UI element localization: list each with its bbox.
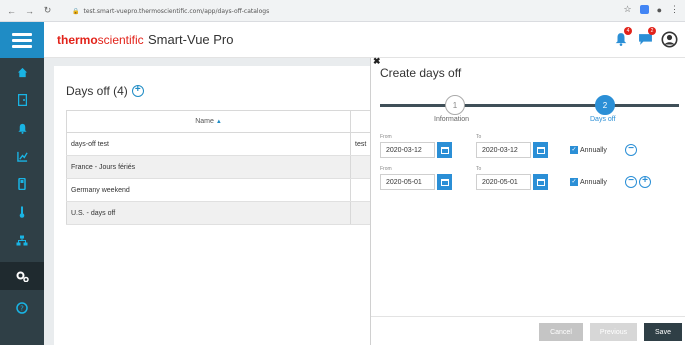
messages-button[interactable]: 2 <box>635 27 656 49</box>
panel-title: Create days off <box>380 66 462 80</box>
notifications-badge: 4 <box>624 27 632 35</box>
settings-icon <box>16 271 29 282</box>
days-off-header: Days off (4) + <box>66 84 144 98</box>
table-row[interactable]: France - Jours fériés <box>66 155 376 179</box>
add-days-off-button[interactable]: + <box>131 85 144 97</box>
app-title: Smart-Vue Pro <box>148 32 234 47</box>
from-calendar-button[interactable] <box>437 174 452 190</box>
svg-text:?: ? <box>20 305 24 313</box>
from-label: From <box>380 166 392 172</box>
reload-icon[interactable]: ↻ <box>41 4 54 17</box>
messages-badge: 2 <box>648 27 656 35</box>
step-2-indicator[interactable]: 2 <box>595 95 615 115</box>
calendar-icon <box>440 178 449 186</box>
door-icon <box>17 94 27 106</box>
to-date-input[interactable]: 2020-03-12 <box>476 142 531 158</box>
star-icon[interactable]: ☆ <box>623 4 631 15</box>
column-header-name[interactable]: Name ▲ <box>66 110 351 133</box>
row-name: U.S. - days off <box>66 201 351 225</box>
calendar-icon <box>536 146 545 154</box>
annually-checkbox-row[interactable]: ✓ Annually <box>570 178 607 186</box>
address-bar[interactable]: 🔒 test.smart-vuepro.thermoscientific.com… <box>72 4 392 18</box>
lock-icon: 🔒 <box>72 7 80 15</box>
sort-ascending-icon: ▲ <box>215 119 222 125</box>
brand-rest: scientific <box>97 33 144 47</box>
to-calendar-button[interactable] <box>533 174 548 190</box>
annually-checkbox[interactable]: ✓ <box>570 178 578 186</box>
sidebar-item-home[interactable] <box>0 58 44 86</box>
row-name: France - Jours fériés <box>66 155 351 179</box>
create-days-off-panel: ✖ Create days off 1 2 Information Days o… <box>370 56 685 345</box>
annually-label: Annually <box>580 178 607 186</box>
app-header: thermoscientific Smart-Vue Pro 4 2 <box>44 22 685 58</box>
chart-icon <box>16 151 28 162</box>
remove-range-button[interactable]: − <box>625 144 637 156</box>
url-text: test.smart-vuepro.thermoscientific.com/a… <box>83 7 270 15</box>
column-header-label: Name <box>195 118 214 125</box>
sensor-icon <box>18 178 26 190</box>
row-name: Germany weekend <box>66 178 351 202</box>
add-range-button[interactable]: + <box>639 176 651 188</box>
header-actions: 4 2 <box>611 27 679 49</box>
extension-icon[interactable] <box>639 5 649 14</box>
step-1-label: Information <box>434 116 470 123</box>
hierarchy-icon <box>16 235 28 245</box>
brand-bold: thermo <box>57 33 98 47</box>
sidebar-item-alarms[interactable] <box>0 114 44 142</box>
annually-checkbox-row[interactable]: ✓ Annually <box>570 146 607 154</box>
thermometer-icon <box>19 206 25 218</box>
row-name: days-off test <box>66 132 351 156</box>
bell-icon <box>17 123 27 134</box>
browser-actions: ☆ ● ⋮ <box>623 4 679 15</box>
forward-arrow-icon[interactable]: → <box>23 4 36 17</box>
to-label: To <box>476 134 482 140</box>
back-arrow-icon[interactable]: ← <box>5 4 18 17</box>
table-row[interactable]: U.S. - days off <box>66 201 376 225</box>
notifications-button[interactable]: 4 <box>611 27 632 49</box>
cancel-button[interactable]: Cancel <box>539 323 583 341</box>
app-window: ← → ↻ 🔒 test.smart-vuepro.thermoscientif… <box>0 0 685 345</box>
sidebar-item-hierarchy[interactable] <box>0 226 44 254</box>
kebab-menu-icon[interactable]: ⋮ <box>670 4 679 15</box>
to-date-input[interactable]: 2020-05-01 <box>476 174 531 190</box>
from-date-input[interactable]: 2020-05-01 <box>380 174 435 190</box>
browser-toolbar: ← → ↻ 🔒 test.smart-vuepro.thermoscientif… <box>0 0 685 22</box>
sidebar-item-reports[interactable] <box>0 142 44 170</box>
to-calendar-button[interactable] <box>533 142 548 158</box>
footer-divider <box>371 316 685 317</box>
to-label: To <box>476 166 482 172</box>
save-button[interactable]: Save <box>644 323 682 341</box>
remove-range-button[interactable]: − <box>625 176 637 188</box>
user-avatar-icon <box>661 31 677 47</box>
annually-checkbox[interactable]: ✓ <box>570 146 578 154</box>
days-off-title: Days off (4) <box>66 84 128 98</box>
annually-label: Annually <box>580 146 607 154</box>
calendar-icon <box>536 178 545 186</box>
previous-button[interactable]: Previous <box>590 323 637 341</box>
sidebar-item-sensors[interactable] <box>0 170 44 198</box>
from-calendar-button[interactable] <box>437 142 452 158</box>
stepper-track <box>380 104 679 107</box>
brand-logo: thermoscientific <box>57 33 144 47</box>
step-1-indicator[interactable]: 1 <box>445 95 465 115</box>
hamburger-menu-button[interactable] <box>0 22 44 58</box>
from-label: From <box>380 134 392 140</box>
user-menu-button[interactable] <box>659 29 679 49</box>
sidebar-item-help[interactable]: ? <box>0 294 44 322</box>
table-row[interactable]: Germany weekend <box>66 178 376 202</box>
days-off-table: Name ▲ days-off test test France - Jours… <box>66 110 376 225</box>
sidebar-item-measurements[interactable] <box>0 198 44 226</box>
calendar-icon <box>440 146 449 154</box>
sidebar-item-rooms[interactable] <box>0 86 44 114</box>
home-icon <box>17 67 27 77</box>
from-date-input[interactable]: 2020-03-12 <box>380 142 435 158</box>
profile-icon[interactable]: ● <box>657 5 662 15</box>
step-2-label: Days off <box>590 116 616 123</box>
sidebar-item-settings[interactable] <box>0 262 44 290</box>
table-row[interactable]: days-off test test <box>66 132 376 156</box>
hamburger-icon <box>12 32 32 48</box>
help-icon: ? <box>16 302 28 314</box>
days-off-card: Days off (4) + Name ▲ days-off test test… <box>54 66 376 345</box>
